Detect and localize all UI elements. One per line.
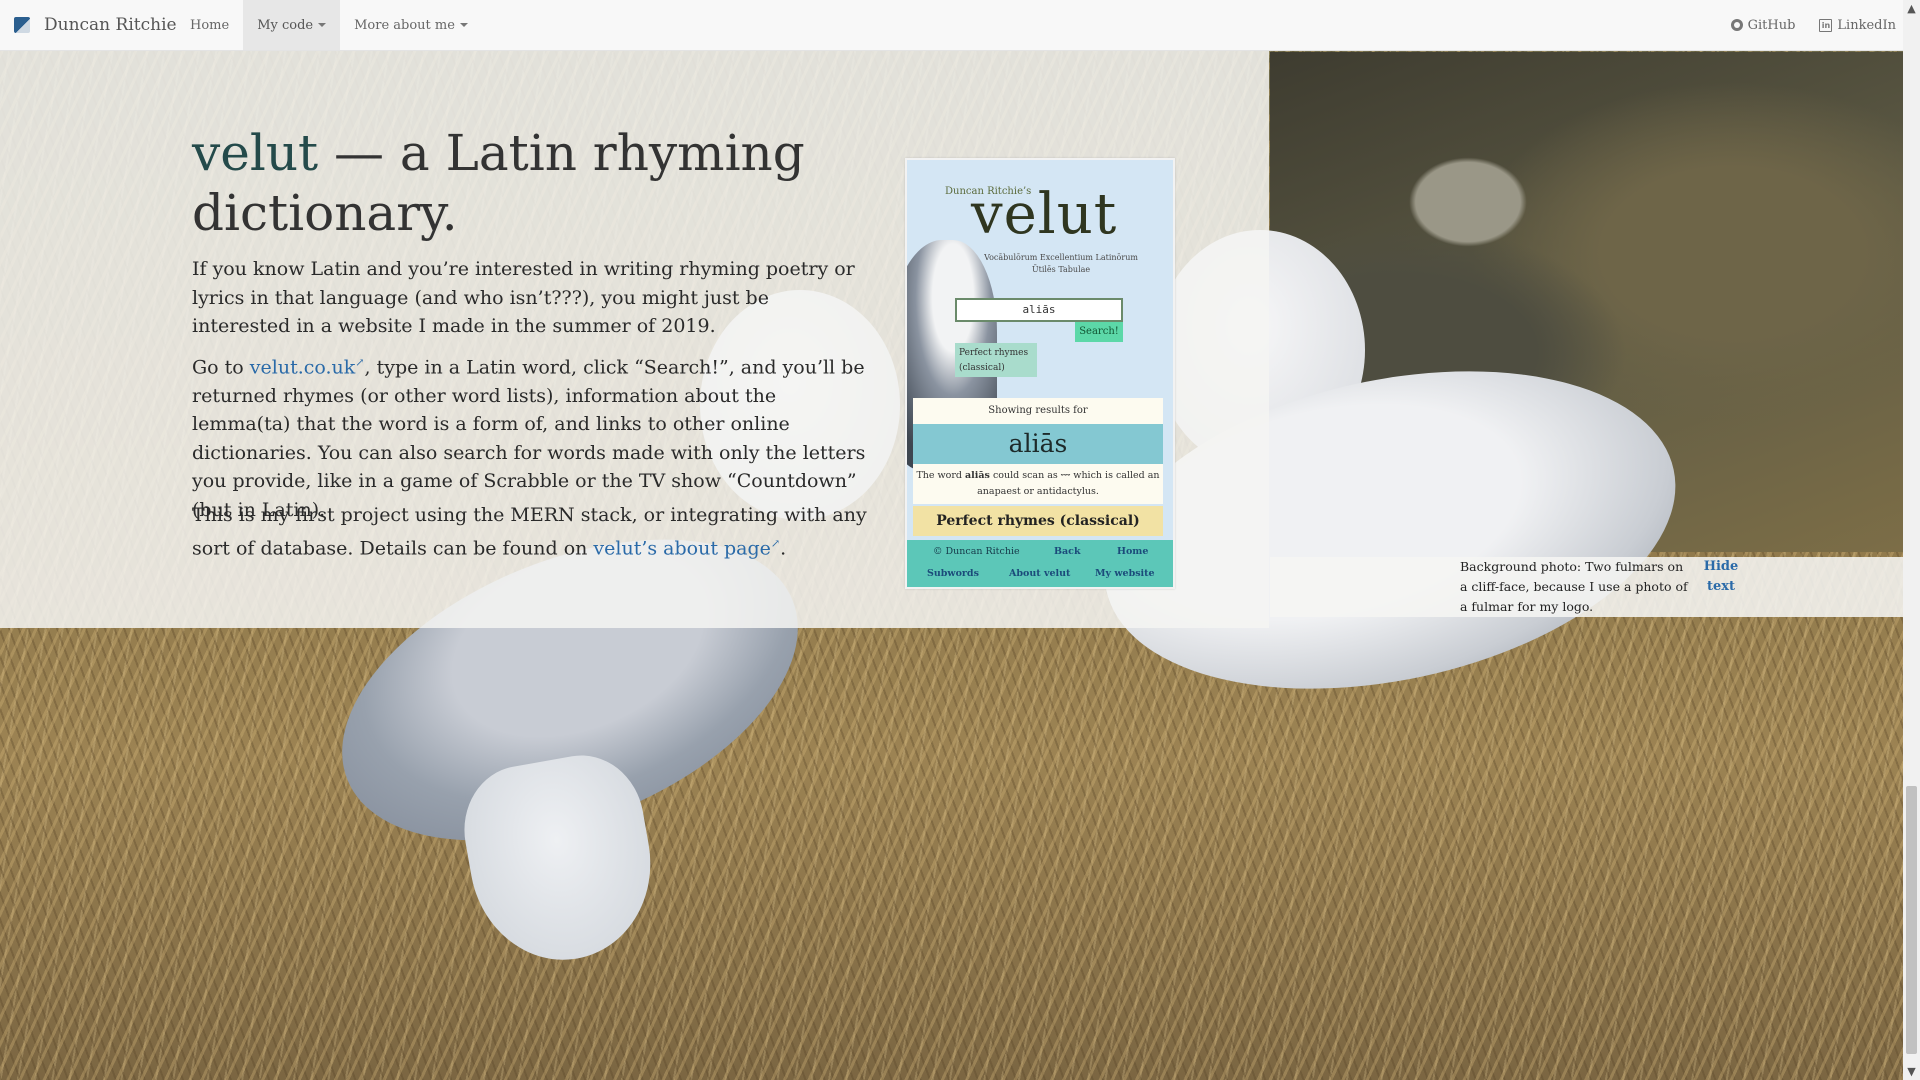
top-navbar: Duncan Ritchie Home My code More about m… [0, 0, 1920, 51]
brand-link[interactable]: Duncan Ritchie [14, 0, 177, 50]
mock-back-link: Back [1054, 546, 1081, 557]
caret-down-icon [459, 23, 468, 27]
fulmar-logo-icon [14, 17, 30, 33]
intro-paragraph: If you know Latin and you’re interested … [192, 258, 855, 337]
title-accent: velut [192, 124, 319, 182]
content-panel: velut — a Latin rhyming dictionary. If y… [0, 51, 1269, 628]
velut-screenshot: Duncan Ritchie’s velut Vocābulōrum Excel… [905, 158, 1175, 589]
nav-linkedin[interactable]: in LinkedIn [1807, 0, 1908, 50]
mock-scan-text: The word aliās could scan as ⏑⏑⏑ which i… [913, 464, 1163, 504]
nav-linkedin-label: LinkedIn [1837, 17, 1896, 33]
scroll-down-arrow-icon[interactable]: ▼ [1903, 1063, 1920, 1080]
nav-more-about-me-label: More about me [354, 17, 455, 33]
nav-home[interactable]: Home [176, 0, 243, 50]
usage-text-after: , type in a Latin word, click “Search!”,… [192, 356, 866, 521]
mock-search-button: Search! [1075, 322, 1123, 342]
github-icon [1730, 19, 1743, 31]
usage-text-before: Go to [192, 356, 250, 379]
photo-caption: Background photo: Two fulmars on a cliff… [1270, 557, 1920, 617]
caption-text: Background photo: Two fulmars on a cliff… [1460, 559, 1688, 614]
nav-github-label: GitHub [1747, 17, 1796, 33]
scroll-thumb[interactable] [1906, 786, 1917, 1054]
mock-copyright: © Duncan Ritchie [933, 546, 1020, 557]
usage-paragraph: Go to velut.co.uk↗, type in a Latin word… [192, 349, 872, 524]
mock-mode-option: Perfect rhymes (classical) [955, 343, 1037, 377]
mock-website-link: My website [1095, 568, 1155, 579]
nav-my-code-dropdown[interactable]: My code [243, 0, 341, 50]
linkedin-icon: in [1819, 18, 1833, 32]
mock-scan-before: The word [916, 470, 966, 481]
mock-logo: velut [971, 182, 1118, 247]
hide-text-button[interactable]: Hide text [1696, 557, 1746, 597]
stack-paragraph: This is my first project using the MERN … [192, 501, 872, 562]
page-title: velut — a Latin rhyming dictionary. [192, 123, 892, 243]
mock-about-link: About velut [1009, 568, 1071, 579]
brand-name: Duncan Ritchie [44, 15, 177, 35]
mock-perfect-heading: Perfect rhymes (classical) [913, 506, 1163, 536]
mock-subtitle: Vocābulōrum Excellentium Latinōrum Ūtilē… [984, 253, 1138, 274]
nav-more-about-me-dropdown[interactable]: More about me [340, 0, 482, 50]
mock-home-link: Home [1117, 546, 1149, 557]
mock-showing-label: Showing results for [913, 398, 1163, 424]
nav-my-code-label: My code [257, 17, 314, 33]
mock-scan-after: could scan as ⏑⏑⏑ which is called an ana… [977, 470, 1160, 497]
caret-down-icon [318, 23, 327, 27]
external-link-icon: ↗ [770, 536, 781, 550]
nav-right: GitHub in LinkedIn [1719, 0, 1908, 50]
mock-search-input: aliās [955, 298, 1123, 322]
mock-scan-word: aliās [965, 470, 990, 481]
velut-site-link[interactable]: velut.co.uk [250, 356, 356, 378]
mock-subwords-link: Subwords [927, 568, 979, 579]
stack-text-after: . [780, 536, 787, 559]
nav-github[interactable]: GitHub [1719, 0, 1808, 50]
nav-left: Home My code More about me [176, 0, 482, 50]
scrollbar[interactable]: ▲ ▼ [1903, 0, 1920, 1080]
scroll-up-arrow-icon[interactable]: ▲ [1903, 0, 1920, 17]
external-link-icon: ↗ [355, 356, 365, 369]
mock-result-word: aliās [913, 424, 1163, 464]
velut-about-link[interactable]: velut’s about page [593, 537, 771, 559]
mock-footer: © Duncan Ritchie Back Home Subwords Abou… [907, 540, 1173, 587]
